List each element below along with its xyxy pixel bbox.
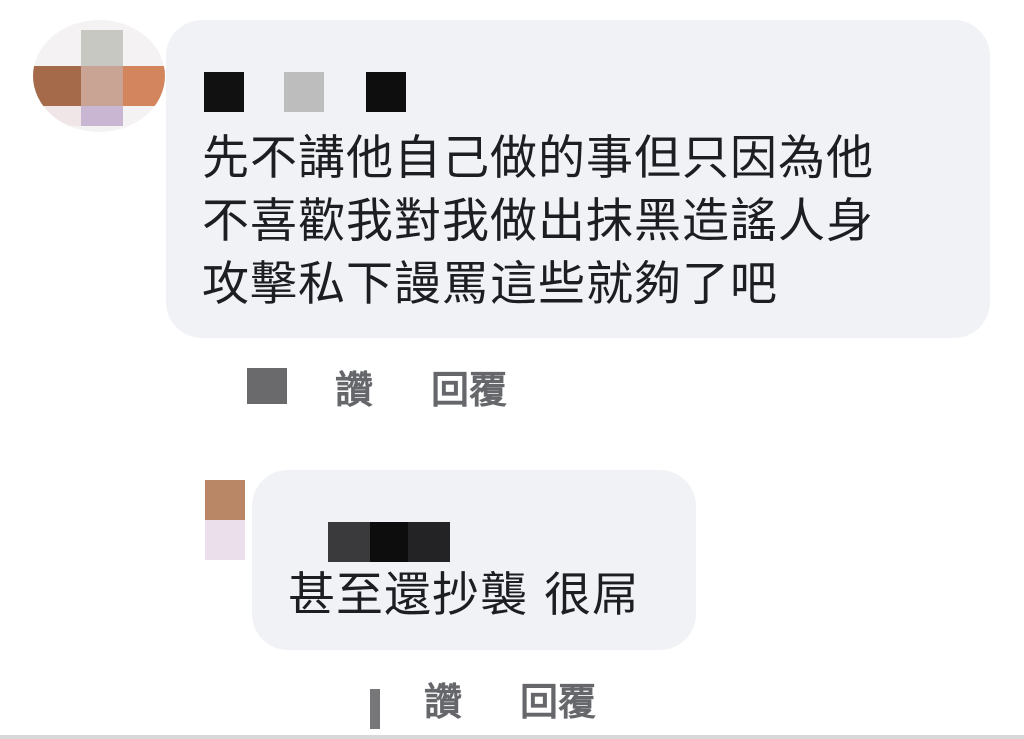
comment-bubble: 先不講他自己做的事但只因為他 不喜歡我對我做出抹黑造謠人身 攻擊私下謾罵這些就夠… [166,20,990,338]
comment-actions: 讚 回覆 [370,670,596,729]
avatar[interactable] [33,20,165,132]
reply-button[interactable]: 回覆 [520,671,596,726]
comment-thread: 先不講他自己做的事但只因為他 不喜歡我對我做出抹黑造謠人身 攻擊私下謾罵這些就夠… [0,0,1024,739]
timestamp-redacted[interactable] [370,689,380,729]
author-name-redacted[interactable] [204,72,406,112]
comment-text: 甚至還抄襲 很屌 [288,568,640,623]
like-button[interactable]: 讚 [424,671,462,726]
comment-text: 先不講他自己做的事但只因為他 不喜歡我對我做出抹黑造謠人身 攻擊私下謾罵這些就夠… [202,131,874,312]
divider [0,735,1024,739]
reply-button[interactable]: 回覆 [431,359,507,414]
like-button[interactable]: 讚 [335,359,373,414]
comment-bubble: 甚至還抄襲 很屌 [252,470,696,650]
comment-actions: 讚 回覆 [247,358,507,414]
timestamp-redacted[interactable] [247,368,287,404]
author-name-redacted[interactable] [328,522,450,562]
